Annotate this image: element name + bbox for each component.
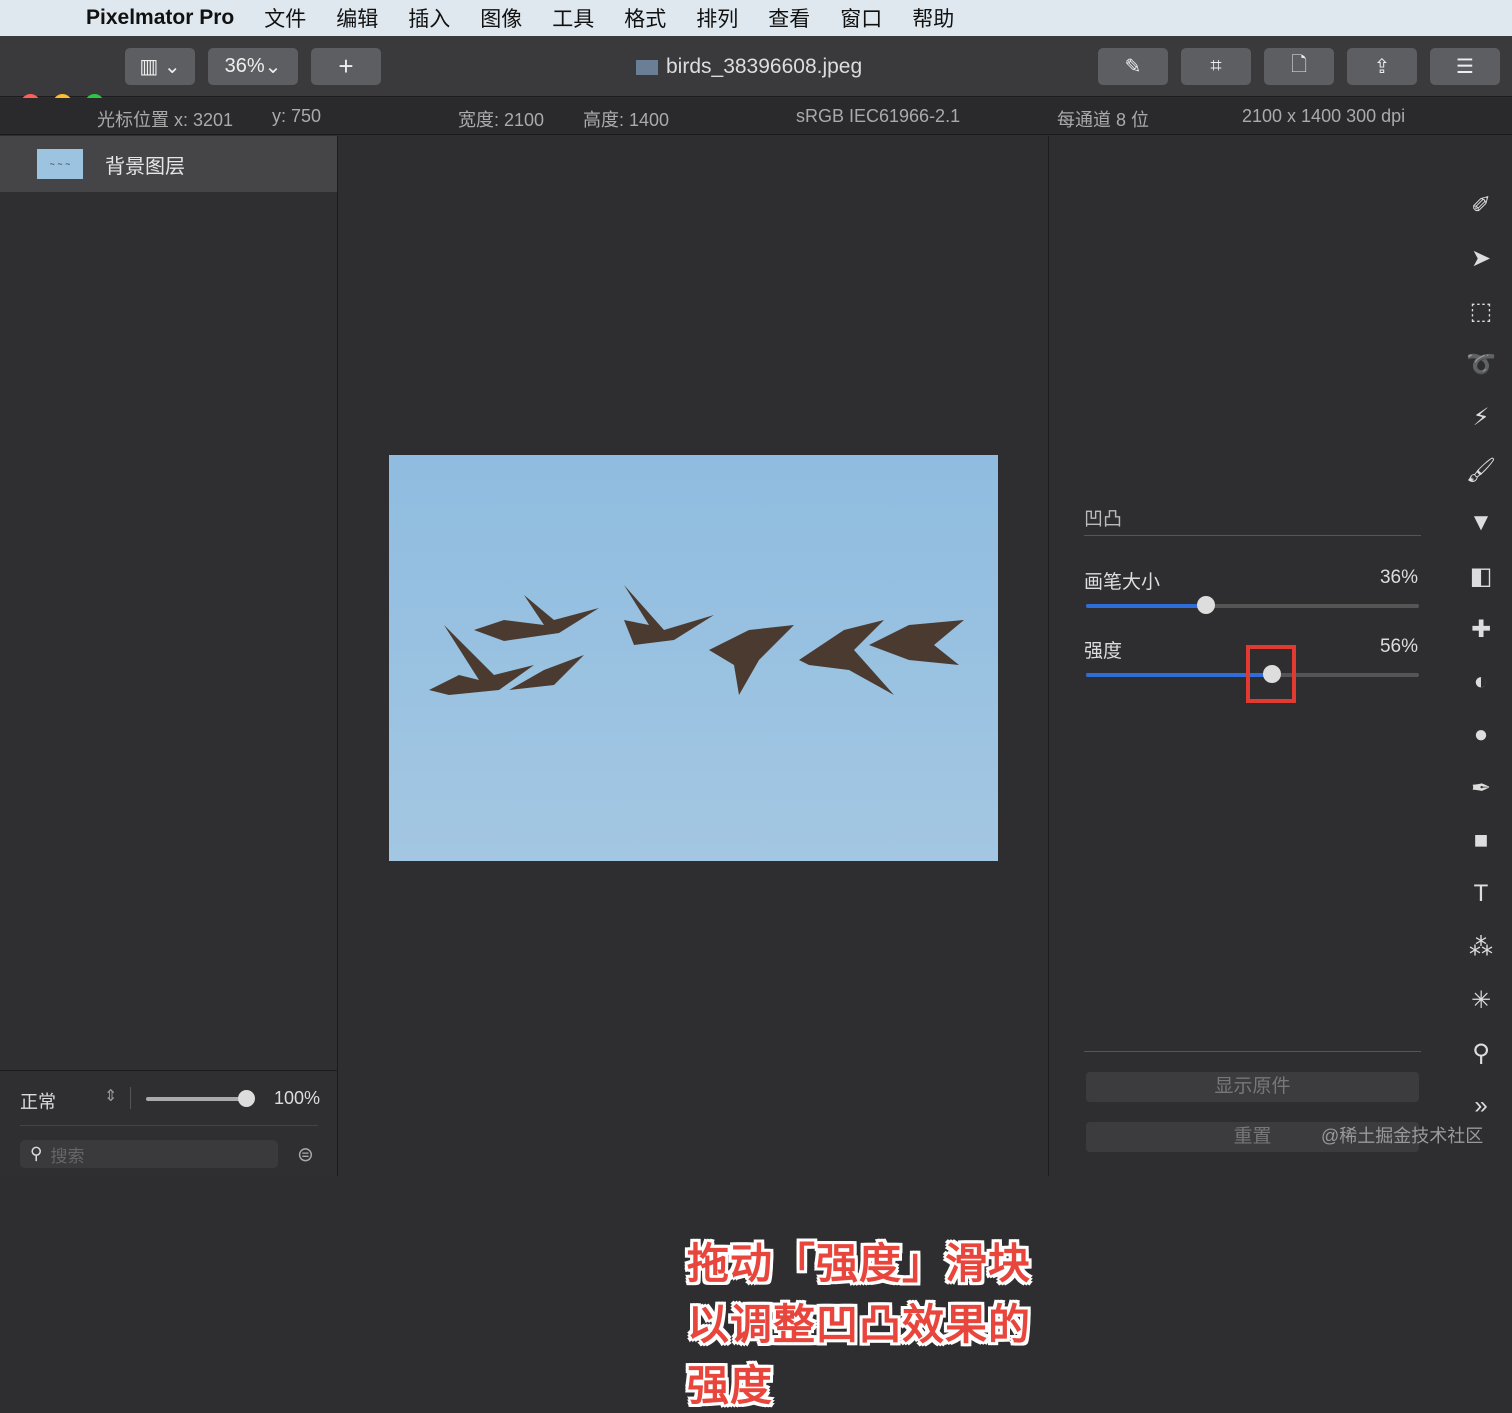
- brush-size-label: 画笔大小: [1084, 572, 1161, 593]
- menu-edit[interactable]: 编辑: [336, 3, 378, 33]
- share-button[interactable]: ⇪: [1347, 48, 1417, 85]
- add-button[interactable]: +: [311, 48, 381, 85]
- tools-column: ✐ ➤ ⬚ ➰ ⚡ 🖌 ▼ ◧ ✚ ◐ ● ✒ ■ T ⁂ ✳ ⚲ »: [1461, 191, 1501, 1145]
- menu-image[interactable]: 图像: [480, 3, 522, 33]
- document-icon: 🗋: [1290, 53, 1308, 76]
- layer-thumbnail: ~ ~ ~: [37, 149, 83, 179]
- magic-wand-tool-icon[interactable]: ⚡: [1461, 403, 1501, 456]
- blend-mode-select[interactable]: 正常: [20, 1088, 56, 1114]
- layers-panel: ~ ~ ~ 背景图层 正常 ⇕ 100% ⚲ 搜索 ⊜: [0, 136, 338, 1176]
- tutorial-caption: 拖动「强度」滑块以调整凹凸效果的强度: [687, 1240, 1032, 1409]
- blur-tool-icon[interactable]: ●: [1461, 721, 1501, 774]
- menu-view[interactable]: 查看: [768, 3, 810, 33]
- divider: [1084, 1051, 1421, 1052]
- menu-app-name[interactable]: Pixelmator Pro: [86, 6, 234, 30]
- menu-file[interactable]: 文件: [264, 3, 306, 33]
- zoom-dropdown[interactable]: 36% ⌄: [208, 48, 298, 85]
- menu-tools[interactable]: 工具: [552, 3, 594, 33]
- opacity-slider-knob[interactable]: [238, 1090, 255, 1107]
- document-name: birds_38396608.jpeg: [666, 55, 863, 78]
- zoom-value: 36%: [224, 55, 265, 77]
- text-tool-icon[interactable]: T: [1461, 880, 1501, 933]
- strength-value: 56%: [1379, 636, 1418, 657]
- menu-help[interactable]: 帮助: [912, 3, 954, 33]
- menu-bar: Pixelmator Pro 文件 编辑 插入 图像 工具 格式 排列 查看 窗…: [0, 0, 1512, 36]
- style-tool-icon[interactable]: ✐: [1461, 191, 1501, 244]
- document-thumbnail: [636, 59, 658, 75]
- search-placeholder: 搜索: [50, 1146, 85, 1166]
- distort-tool-icon[interactable]: ✳: [1461, 986, 1501, 1039]
- show-original-button[interactable]: 显示原件: [1086, 1072, 1419, 1102]
- brush-size-value: 36%: [1379, 567, 1418, 588]
- toolbar: ▥ ⌄ 36% ⌄ + birds_38396608.jpeg ✎ ⌗ 🗋 ⇪ ☰: [0, 36, 1512, 113]
- brush-style-icon: ✎: [1124, 56, 1142, 78]
- strength-label: 强度: [1084, 641, 1123, 662]
- layer-name: 背景图层: [105, 155, 185, 178]
- sidebar-toggle-button[interactable]: ▥ ⌄: [125, 48, 195, 85]
- crop-icon: ⌗: [1210, 55, 1222, 77]
- share-icon: ⇪: [1373, 56, 1391, 78]
- menu-format[interactable]: 格式: [624, 3, 666, 33]
- effect-panel: 凹凸 画笔大小 36% 强度 56% 显示原件 重置 ✐ ➤ ⬚ ➰ ⚡ 🖌 ▼…: [1048, 136, 1512, 1176]
- cursor-y: y: 750: [272, 106, 322, 126]
- zoom-tool-icon[interactable]: ⚲: [1461, 1039, 1501, 1092]
- cursor-x: 光标位置 x: 3201: [97, 110, 234, 130]
- chevron-down-icon: ⌄: [264, 56, 282, 78]
- pen-tool-icon[interactable]: ✒: [1461, 774, 1501, 827]
- strength-slider[interactable]: [1086, 645, 1419, 703]
- menu-arrange[interactable]: 排列: [696, 3, 738, 33]
- lasso-tool-icon[interactable]: ➰: [1461, 350, 1501, 403]
- layer-item[interactable]: ~ ~ ~ 背景图层: [0, 136, 337, 192]
- menu-insert[interactable]: 插入: [408, 3, 450, 33]
- crop-button[interactable]: ⌗: [1181, 48, 1251, 85]
- divider: [1084, 535, 1421, 536]
- arrow-tool-icon[interactable]: ➤: [1461, 244, 1501, 297]
- image-height: 高度: 1400: [583, 110, 670, 130]
- up-down-chevron-icon: ⇕: [104, 1088, 118, 1105]
- bit-depth: 每通道 8 位: [1057, 110, 1150, 130]
- image-width: 宽度: 2100: [458, 110, 545, 130]
- brush-tool-icon[interactable]: 🖌: [1461, 456, 1501, 509]
- selection-tool-icon[interactable]: ⬚: [1461, 297, 1501, 350]
- brush-size-slider[interactable]: [1086, 596, 1419, 614]
- highlight-box: [1246, 645, 1297, 703]
- search-icon: ⚲: [30, 1144, 43, 1163]
- dimensions: 2100 x 1400 300 dpi: [1242, 106, 1406, 126]
- color-adjust-tool-icon[interactable]: ⁂: [1461, 933, 1501, 986]
- watermark: @稀土掘金技术社区: [1321, 1126, 1484, 1146]
- sliders-icon: ☰: [1456, 56, 1474, 78]
- document-title: birds_38396608.jpeg: [636, 55, 862, 79]
- repair-tool-icon[interactable]: ✚: [1461, 615, 1501, 668]
- plus-icon: +: [338, 51, 354, 81]
- fill-tool-icon[interactable]: ▼: [1461, 509, 1501, 562]
- eraser-tool-icon[interactable]: ◧: [1461, 562, 1501, 615]
- canvas-area[interactable]: 拖动「强度」滑块以调整凹凸效果的强度: [339, 136, 1048, 1409]
- effect-title: 凹凸: [1084, 509, 1123, 530]
- opacity-value: 100%: [274, 1088, 321, 1108]
- brush-size-fill: [1086, 604, 1206, 608]
- clone-tool-icon[interactable]: ◐: [1461, 668, 1501, 721]
- opacity-slider[interactable]: [146, 1090, 255, 1107]
- document-button[interactable]: 🗋: [1264, 48, 1334, 85]
- adjustments-button[interactable]: ☰: [1430, 48, 1500, 85]
- strength-fill: [1086, 673, 1273, 677]
- menu-window[interactable]: 窗口: [840, 3, 882, 33]
- style-button[interactable]: ✎: [1098, 48, 1168, 85]
- filter-icon[interactable]: ⊜: [297, 1142, 314, 1167]
- sidebar-icon: ▥ ⌄: [139, 56, 181, 78]
- color-profile: sRGB IEC61966-2.1: [796, 106, 961, 126]
- search-input[interactable]: ⚲ 搜索: [20, 1140, 278, 1168]
- birds-illustration: [429, 585, 964, 695]
- brush-size-knob[interactable]: [1196, 596, 1215, 614]
- image-birds: [389, 455, 998, 861]
- shape-tool-icon[interactable]: ■: [1461, 827, 1501, 880]
- info-bar: 光标位置 x: 3201 y: 750 宽度: 2100 高度: 1400 sR…: [0, 98, 1512, 135]
